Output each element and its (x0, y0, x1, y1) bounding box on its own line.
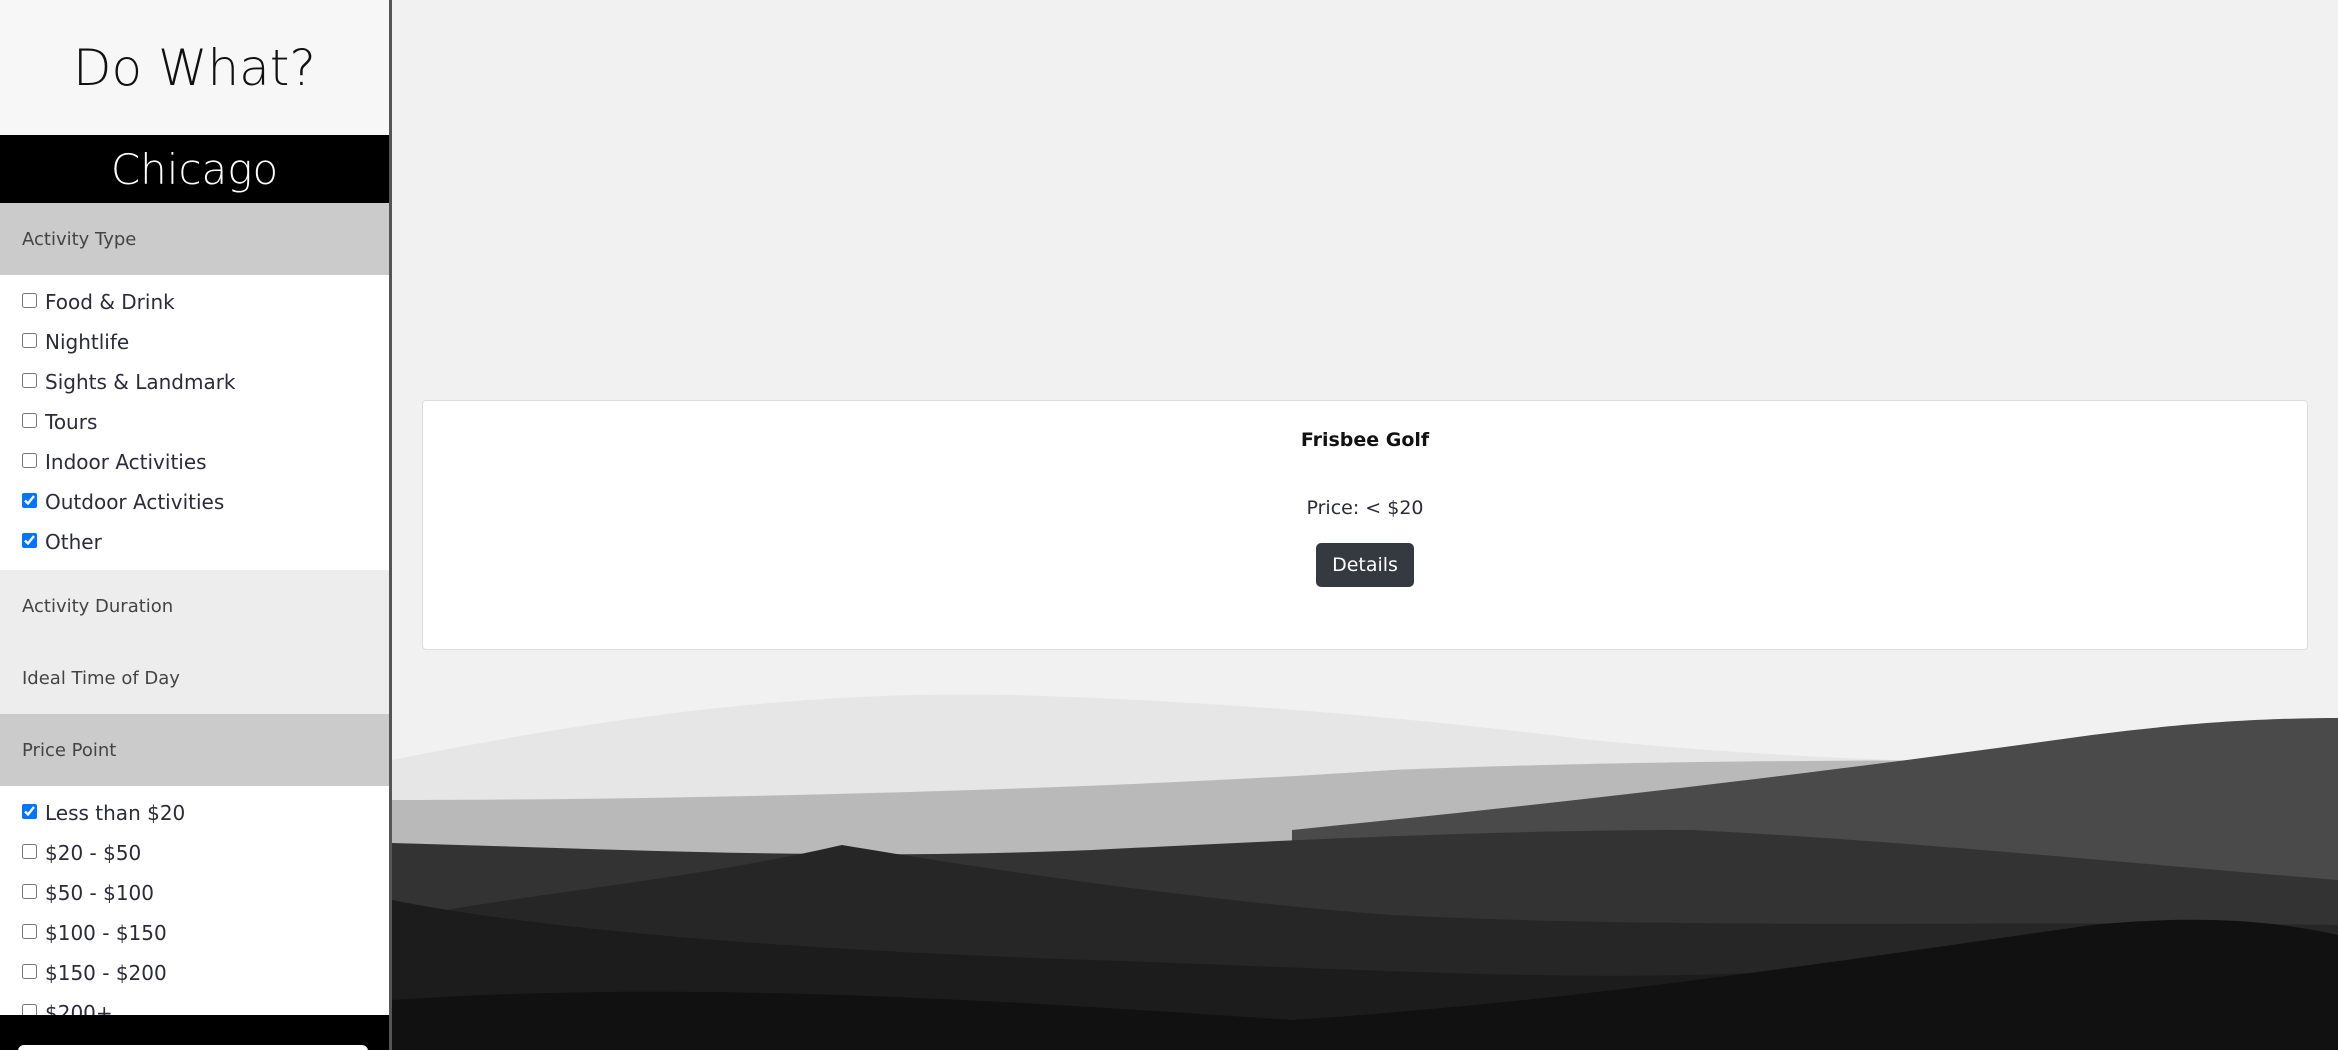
filter-label: Less than $20 (45, 801, 186, 825)
section-ideal-time[interactable]: Ideal Time of Day (0, 642, 389, 714)
filter-label: $50 - $100 (45, 881, 155, 905)
footer-button[interactable] (18, 1045, 368, 1050)
sidebar-footer (0, 1015, 389, 1050)
section-activity-type[interactable]: Activity Type (0, 203, 389, 275)
filter-checkbox[interactable] (22, 532, 37, 548)
filter-option[interactable]: $150 - $200 (0, 953, 389, 993)
filter-checkbox[interactable] (22, 372, 37, 388)
filter-label: Food & Drink (45, 290, 175, 314)
filter-checkbox[interactable] (22, 883, 37, 899)
filter-label: Outdoor Activities (45, 490, 225, 514)
filter-checkbox[interactable] (22, 492, 37, 508)
filter-option[interactable]: Sights & Landmark (0, 362, 389, 402)
main-content: Frisbee Golf Price: < $20 Details (392, 0, 2338, 1050)
section-activity-duration[interactable]: Activity Duration (0, 570, 389, 642)
activity-type-list: Food & Drink Nightlife Sights & Landmark To… (0, 275, 389, 570)
result-card: Frisbee Golf Price: < $20 Details (422, 400, 2308, 650)
filter-option[interactable]: $50 - $100 (0, 873, 389, 913)
filter-checkbox[interactable] (22, 332, 37, 348)
section-label: Activity Type (22, 228, 137, 250)
city-title: Chicago (0, 135, 389, 203)
filter-option[interactable]: Nightlife (0, 322, 389, 362)
filter-option[interactable]: Outdoor Activities (0, 482, 389, 522)
section-price-point[interactable]: Price Point (0, 714, 389, 786)
filter-option[interactable]: $20 - $50 (0, 833, 389, 873)
filter-option[interactable]: Indoor Activities (0, 442, 389, 482)
filter-label: $100 - $150 (45, 921, 167, 945)
result-title: Frisbee Golf (1300, 429, 1430, 451)
filter-option[interactable]: Food & Drink (0, 282, 389, 322)
section-label: Activity Duration (22, 595, 174, 617)
filter-label: Nightlife (45, 330, 130, 354)
section-label: Ideal Time of Day (22, 667, 180, 689)
filter-checkbox[interactable] (22, 452, 37, 468)
sidebar: Do What? Chicago Activity Type Food & Dr… (0, 0, 392, 1050)
section-label: Price Point (22, 739, 117, 761)
filter-label: $20 - $50 (45, 841, 142, 865)
filter-checkbox[interactable] (22, 923, 37, 939)
filter-label: Indoor Activities (45, 450, 207, 474)
filter-label: Sights & Landmark (45, 370, 236, 394)
filter-checkbox[interactable] (22, 843, 37, 859)
filter-checkbox[interactable] (22, 963, 37, 979)
filter-option[interactable]: $100 - $150 (0, 913, 389, 953)
details-button[interactable]: Details (1316, 543, 1414, 587)
filter-label: $150 - $200 (45, 961, 167, 985)
filter-option[interactable]: Tours (0, 402, 389, 442)
filter-checkbox[interactable] (22, 412, 37, 428)
app-title: Do What? (0, 0, 389, 135)
filter-label: Tours (45, 410, 98, 434)
filter-checkbox[interactable] (22, 803, 37, 819)
price-point-list: Less than $20 $20 - $50 $50 - $100 $100 - $… (0, 786, 389, 1041)
filter-option[interactable]: Other (0, 522, 389, 562)
filter-option[interactable]: Less than $20 (0, 793, 389, 833)
filter-label: Other (45, 530, 102, 554)
filter-checkbox[interactable] (22, 292, 37, 308)
result-price: Price: < $20 (1306, 497, 1424, 519)
